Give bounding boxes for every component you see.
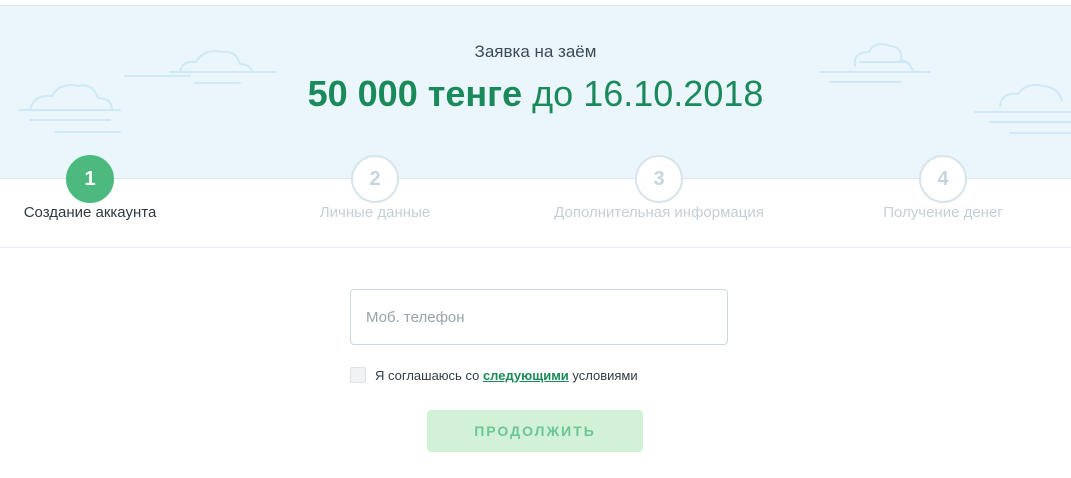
terms-text-after: условиями: [568, 367, 638, 383]
loan-request-subtitle: Заявка на заём: [474, 42, 597, 61]
loan-date-prefix: до: [532, 73, 574, 114]
step-number-badge: 1: [66, 155, 114, 203]
step-additional-info: 3 Дополнительная информация: [509, 155, 809, 247]
step-number-badge: 3: [635, 155, 683, 203]
continue-button[interactable]: ПРОДОЛЖИТЬ: [427, 410, 643, 452]
terms-checkbox[interactable]: [350, 367, 366, 383]
terms-text-before: Я соглашаюсь со: [375, 367, 483, 383]
step-label: Получение денег: [883, 204, 1003, 221]
step-personal-data: 2 Личные данные: [225, 155, 525, 247]
step-get-money: 4 Получение денег: [793, 155, 1071, 247]
loan-summary-title: 50 000 тенге до 16.10.2018: [0, 72, 1071, 116]
step-create-account: 1 Создание аккаунта: [0, 155, 240, 247]
step-number-badge: 2: [351, 155, 399, 203]
loan-header: Заявка на заём 50 000 тенге до 16.10.201…: [0, 6, 1071, 178]
loan-amount: 50 000 тенге: [307, 73, 523, 114]
step-label: Личные данные: [319, 204, 431, 221]
terms-link[interactable]: следующими: [483, 368, 569, 383]
progress-steps: 1 Создание аккаунта 2 Личные данные 3 До…: [0, 155, 1071, 248]
phone-input[interactable]: [350, 289, 728, 345]
terms-agreement: Я соглашаюсь со следующими условиями: [350, 366, 638, 384]
step-label: Создание аккаунта: [23, 204, 157, 221]
step-number-badge: 4: [919, 155, 967, 203]
loan-due-date: 16.10.2018: [583, 73, 764, 114]
terms-text: Я соглашаюсь со следующими условиями: [375, 368, 638, 383]
step-label: Дополнительная информация: [554, 204, 764, 221]
registration-form: Я соглашаюсь со следующими условиями ПРО…: [0, 247, 1071, 478]
